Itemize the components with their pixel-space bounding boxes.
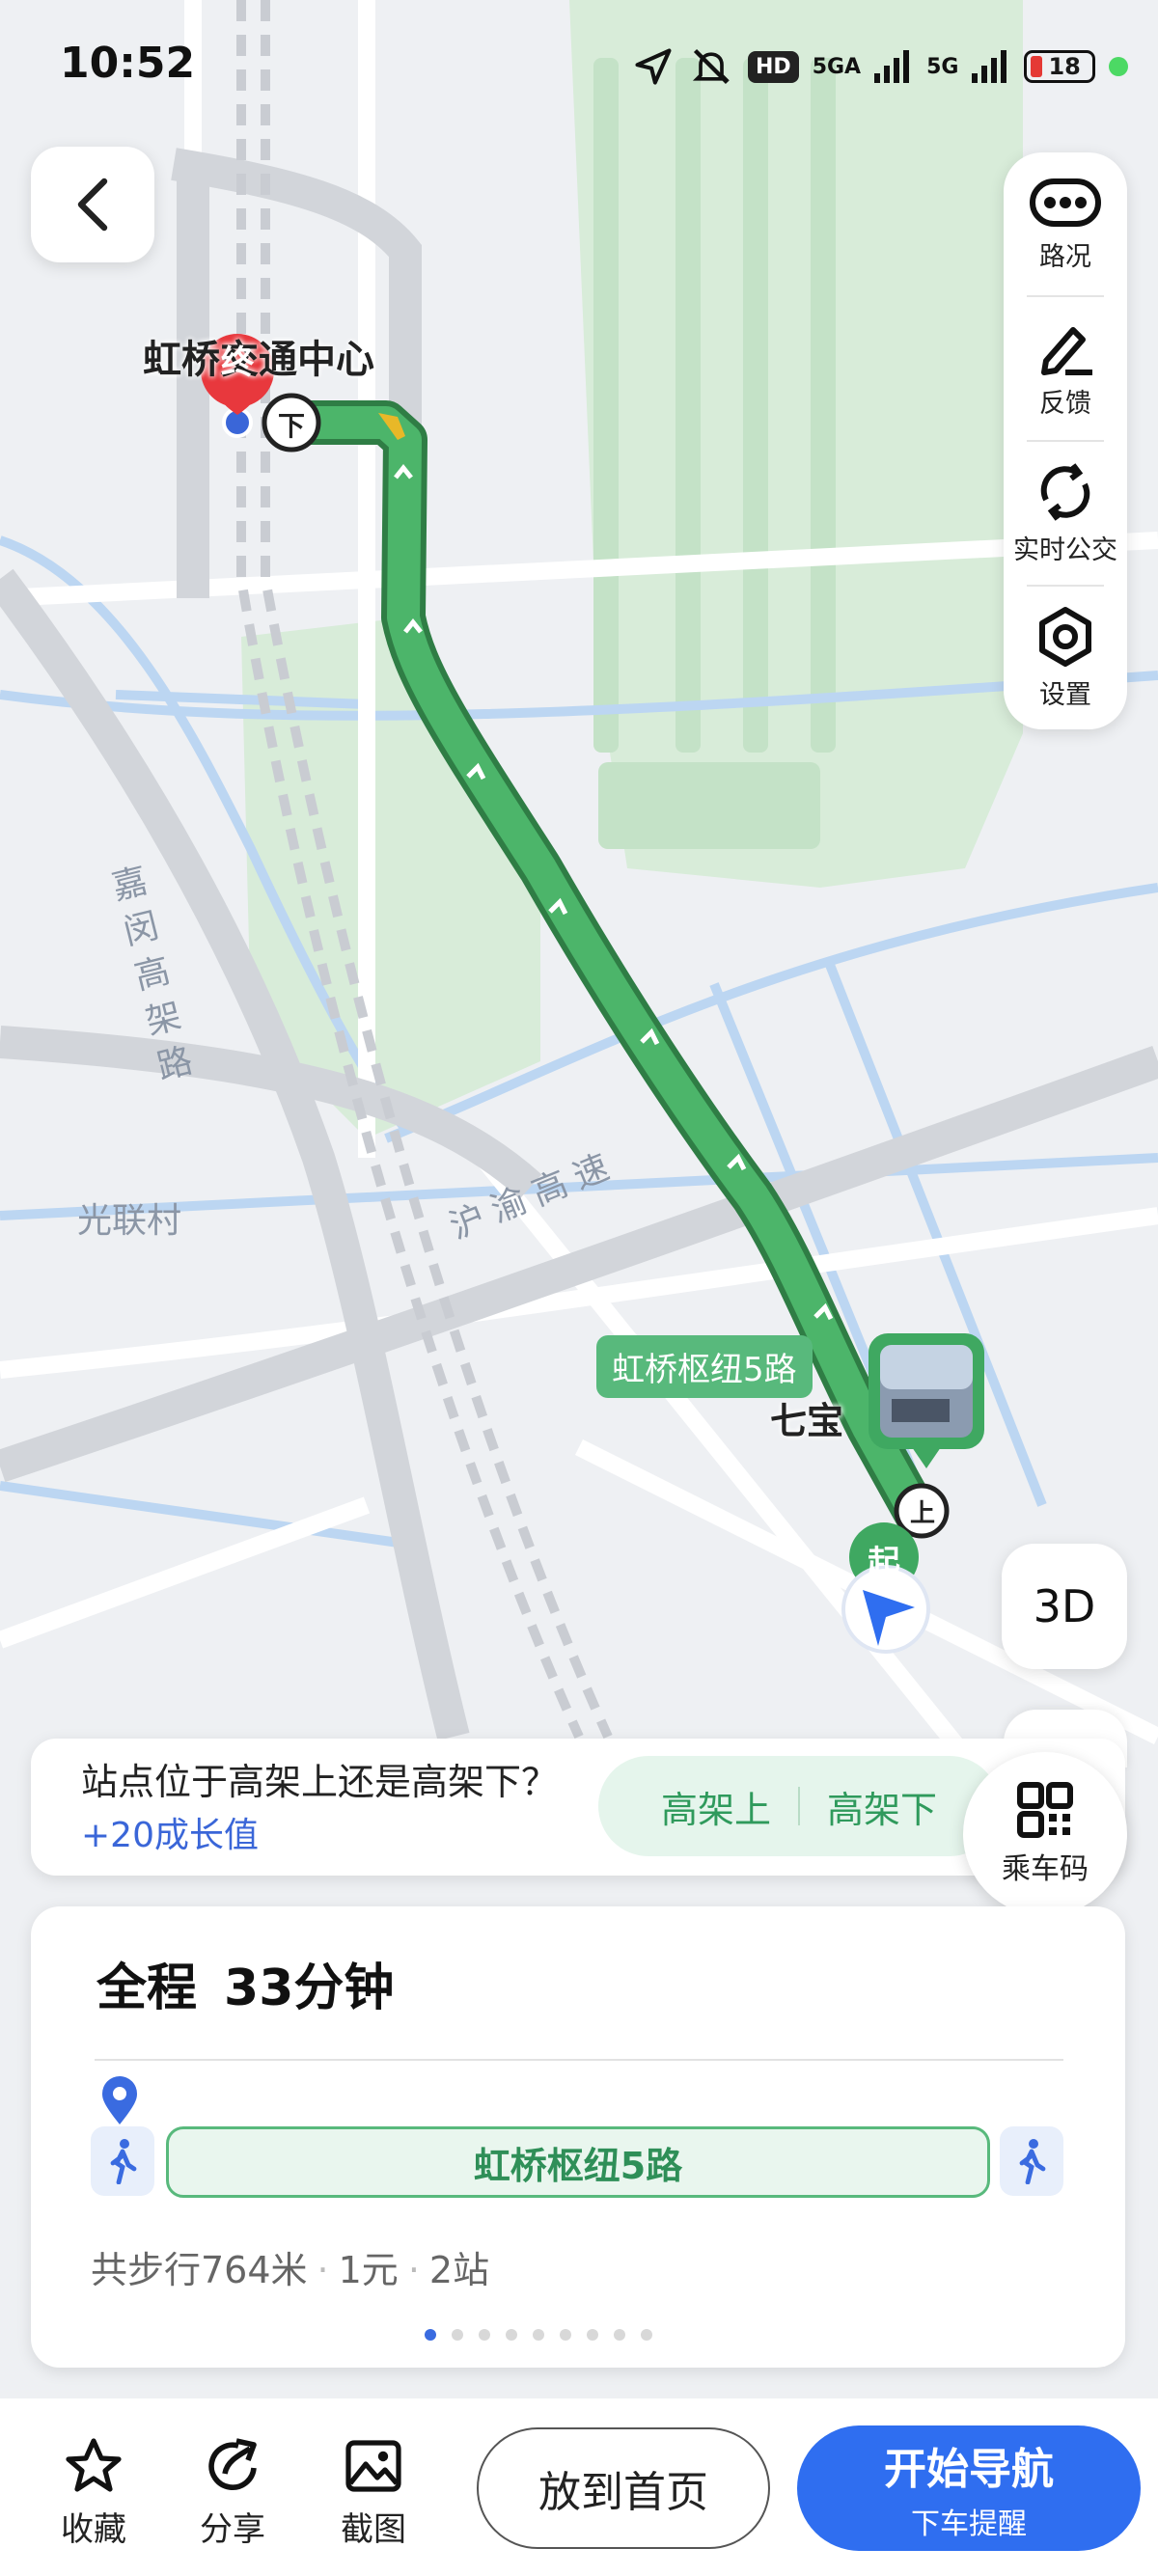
share-label: 分享 xyxy=(200,2510,265,2549)
pager-dot[interactable] xyxy=(506,2329,517,2341)
battery-level: 18 xyxy=(1048,53,1081,80)
screenshot-label: 截图 xyxy=(341,2510,406,2549)
tool-label-traffic: 路况 xyxy=(1039,241,1091,272)
stop-count: 2站 xyxy=(428,2249,490,2291)
image-icon xyxy=(345,2440,401,2492)
pager-dot[interactable] xyxy=(614,2329,625,2341)
screenshot-button[interactable]: 截图 xyxy=(320,2437,427,2550)
status-time: 10:52 xyxy=(60,39,196,88)
bottom-action-bar: 收藏 分享 截图 放到首页 开始导航 下车提醒 xyxy=(0,2398,1158,2576)
settings-hex-icon xyxy=(1039,606,1091,667)
network-5ga: 5GA xyxy=(812,54,862,79)
qr-code-icon xyxy=(1017,1782,1073,1838)
route-stats: 共步行764米 · 1元 · 2站 xyxy=(91,2249,490,2291)
back-button[interactable] xyxy=(31,147,154,262)
privacy-dot xyxy=(1109,57,1129,76)
question-text: 站点位于高架上还是高架下？ xyxy=(81,1761,559,1803)
favorite-button[interactable]: 收藏 xyxy=(41,2437,147,2550)
fare: 1元 xyxy=(338,2249,399,2291)
pager-dot[interactable] xyxy=(479,2329,490,2341)
add-to-home-button[interactable]: 放到首页 xyxy=(477,2427,770,2549)
favorite-label: 收藏 xyxy=(61,2510,126,2549)
realtime-bus-icon xyxy=(1040,462,1090,521)
3d-toggle-button[interactable]: 3D xyxy=(1002,1544,1127,1669)
route-title-prefix: 全程 xyxy=(96,1959,198,2017)
option-above-button[interactable]: 高架上 xyxy=(634,1780,798,1833)
star-icon xyxy=(66,2438,122,2492)
bus-segment: 虹桥枢纽5路 xyxy=(166,2126,990,2198)
tool-traffic[interactable]: 路况 xyxy=(1004,152,1127,295)
tool-label-feedback: 反馈 xyxy=(1039,388,1091,419)
feedback-pen-icon xyxy=(1041,326,1092,375)
route-duration-title: 全程 33分钟 xyxy=(96,1947,394,2019)
walk-segment-start xyxy=(91,2126,154,2196)
hd-badge: HD xyxy=(748,50,799,83)
map-tools: 路况 反馈 实时公交 设置 xyxy=(1004,152,1127,729)
route-duration: 33分钟 xyxy=(224,1959,395,2017)
pager-dot[interactable] xyxy=(533,2329,544,2341)
tool-settings[interactable]: 设置 xyxy=(1004,587,1127,729)
share-icon xyxy=(208,2438,257,2490)
pager-dot[interactable] xyxy=(452,2329,463,2341)
start-marker-text: 起 xyxy=(868,1544,900,1582)
status-icons: HD 5GA 5G 18 xyxy=(632,41,1129,93)
mute-icon xyxy=(692,48,731,85)
share-button[interactable]: 分享 xyxy=(179,2437,286,2550)
origin-pin-icon xyxy=(102,2076,137,2124)
alight-reminder-label: 下车提醒 xyxy=(911,2507,1027,2541)
walk-icon xyxy=(110,2139,137,2184)
place-label-qibao: 七宝 xyxy=(770,1400,844,1442)
signal-icon-2 xyxy=(972,50,1007,83)
route-summary-card[interactable]: 全程 33分钟 虹桥枢纽5路 共步行764米 · 1元 · 2站 xyxy=(31,1906,1125,2368)
question-bonus: +20成长值 xyxy=(81,1816,259,1855)
alight-marker-text: 下 xyxy=(277,410,305,442)
board-marker-text: 上 xyxy=(909,1499,935,1528)
end-marker-text: 终 xyxy=(221,343,254,382)
network-5g: 5G xyxy=(926,54,959,79)
route-pager[interactable] xyxy=(425,2329,652,2341)
place-label-guanglian: 光联村 xyxy=(77,1201,182,1241)
pager-dot[interactable] xyxy=(587,2329,598,2341)
chevron-left-icon xyxy=(77,178,108,232)
tool-realtime-bus[interactable]: 实时公交 xyxy=(1004,442,1127,585)
signal-icon xyxy=(874,50,910,83)
traffic-icon xyxy=(1030,178,1101,227)
battery-icon: 18 xyxy=(1024,50,1096,83)
elevated-question-card: 站点位于高架上还是高架下？ +20成长值 高架上 高架下 xyxy=(31,1739,1125,1876)
question-text-block: 站点位于高架上还是高架下？ +20成长值 xyxy=(81,1756,621,1862)
tool-feedback[interactable]: 反馈 xyxy=(1004,297,1127,440)
pager-dot[interactable] xyxy=(425,2329,436,2341)
stop-photo-pin[interactable] xyxy=(868,1333,984,1468)
pager-dot[interactable] xyxy=(560,2329,571,2341)
option-below-button[interactable]: 高架下 xyxy=(800,1780,964,1833)
route-tag: 虹桥枢纽5路 xyxy=(596,1335,813,1398)
location-arrow-icon xyxy=(635,48,672,85)
walk-distance: 共步行764米 xyxy=(91,2249,308,2291)
tool-label-realtime-bus: 实时公交 xyxy=(1013,534,1117,565)
pager-dot[interactable] xyxy=(641,2329,652,2341)
start-navigation-label: 开始导航 xyxy=(884,2445,1054,2494)
question-options: 高架上 高架下 xyxy=(598,1756,1000,1856)
walk-icon xyxy=(1019,2139,1046,2184)
walk-segment-end xyxy=(1000,2126,1063,2196)
start-navigation-button[interactable]: 开始导航 下车提醒 xyxy=(797,2425,1141,2551)
divider xyxy=(95,2059,1063,2061)
tool-label-settings: 设置 xyxy=(1039,679,1091,710)
ride-code-button[interactable]: 乘车码 xyxy=(963,1752,1127,1916)
ride-code-label: 乘车码 xyxy=(1002,1852,1089,1886)
